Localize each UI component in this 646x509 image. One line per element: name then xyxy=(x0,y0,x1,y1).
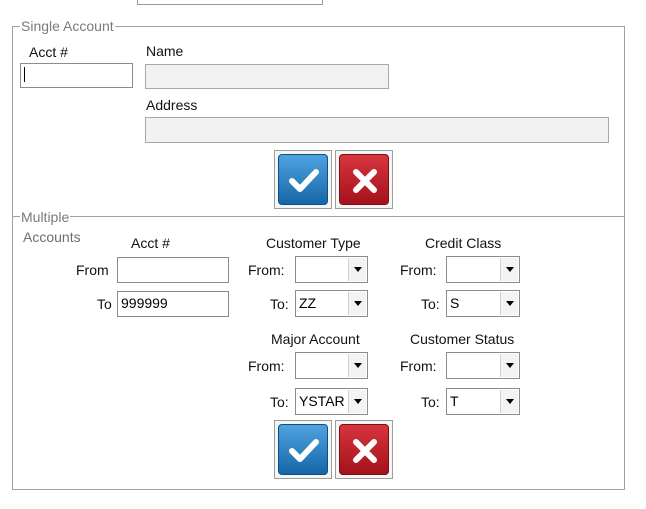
credit-class-header: Credit Class xyxy=(425,235,502,251)
chevron-down-icon[interactable] xyxy=(348,354,366,377)
credit-class-from-select[interactable] xyxy=(446,256,520,283)
section-divider xyxy=(12,216,624,217)
acct-from-input[interactable] xyxy=(117,257,229,283)
multi-ok-button[interactable] xyxy=(278,424,328,475)
major-account-from-label: From: xyxy=(248,358,285,374)
major-account-to-label: To: xyxy=(270,394,289,410)
multi-cancel-button-frame xyxy=(335,420,393,479)
credit-class-to-label: To: xyxy=(421,296,440,312)
chevron-down-icon[interactable] xyxy=(348,258,366,281)
multiple-accounts-legend-line1: Multiple xyxy=(20,209,71,225)
customer-type-to-label: To: xyxy=(270,296,289,312)
multi-ok-button-frame xyxy=(274,420,332,479)
customer-status-from-select[interactable] xyxy=(446,352,520,379)
multi-acct-header: Acct # xyxy=(131,235,170,251)
chevron-down-icon[interactable] xyxy=(348,292,366,315)
single-cancel-button[interactable] xyxy=(339,154,389,205)
multi-acct-to-label: To xyxy=(97,296,112,312)
acct-input[interactable] xyxy=(20,63,133,88)
name-label: Name xyxy=(146,43,184,59)
single-ok-button[interactable] xyxy=(278,154,328,205)
customer-status-to-select[interactable]: T xyxy=(446,388,520,415)
customer-status-to-value: T xyxy=(450,393,459,409)
credit-class-to-value: S xyxy=(450,295,460,311)
name-input[interactable] xyxy=(145,64,389,89)
customer-type-to-value: ZZ xyxy=(299,295,317,311)
major-account-to-value: YSTAR xyxy=(299,393,345,409)
chevron-down-icon[interactable] xyxy=(500,354,518,377)
chevron-down-icon[interactable] xyxy=(500,390,518,413)
text-caret xyxy=(24,67,25,82)
chevron-down-icon[interactable] xyxy=(348,390,366,413)
check-icon xyxy=(289,439,319,462)
customer-status-from-label: From: xyxy=(400,358,437,374)
multiple-accounts-legend-line2: Accounts xyxy=(23,229,81,245)
address-label: Address xyxy=(146,97,198,113)
single-ok-button-frame xyxy=(274,150,332,209)
customer-status-header: Customer Status xyxy=(410,331,515,347)
x-icon xyxy=(353,439,377,463)
multi-cancel-button[interactable] xyxy=(339,424,389,475)
chevron-down-icon[interactable] xyxy=(500,292,518,315)
major-account-header: Major Account xyxy=(271,331,360,347)
single-account-legend: Single Account xyxy=(20,18,115,34)
customer-type-to-select[interactable]: ZZ xyxy=(295,290,368,317)
address-input[interactable] xyxy=(145,117,609,143)
top-field-edge xyxy=(137,0,323,5)
customer-type-header: Customer Type xyxy=(266,235,361,251)
credit-class-from-label: From: xyxy=(400,262,437,278)
customer-type-from-label: From: xyxy=(248,262,285,278)
x-icon xyxy=(353,169,377,193)
single-cancel-button-frame xyxy=(335,150,393,209)
chevron-down-icon[interactable] xyxy=(500,258,518,281)
major-account-from-select[interactable] xyxy=(295,352,368,379)
acct-label: Acct # xyxy=(29,44,68,60)
check-icon xyxy=(289,169,319,192)
acct-to-input[interactable]: 999999 xyxy=(117,291,229,317)
multi-acct-from-label: From xyxy=(76,262,109,278)
major-account-to-select[interactable]: YSTAR xyxy=(295,388,368,415)
credit-class-to-select[interactable]: S xyxy=(446,290,520,317)
customer-status-to-label: To: xyxy=(421,394,440,410)
customer-type-from-select[interactable] xyxy=(295,256,368,283)
